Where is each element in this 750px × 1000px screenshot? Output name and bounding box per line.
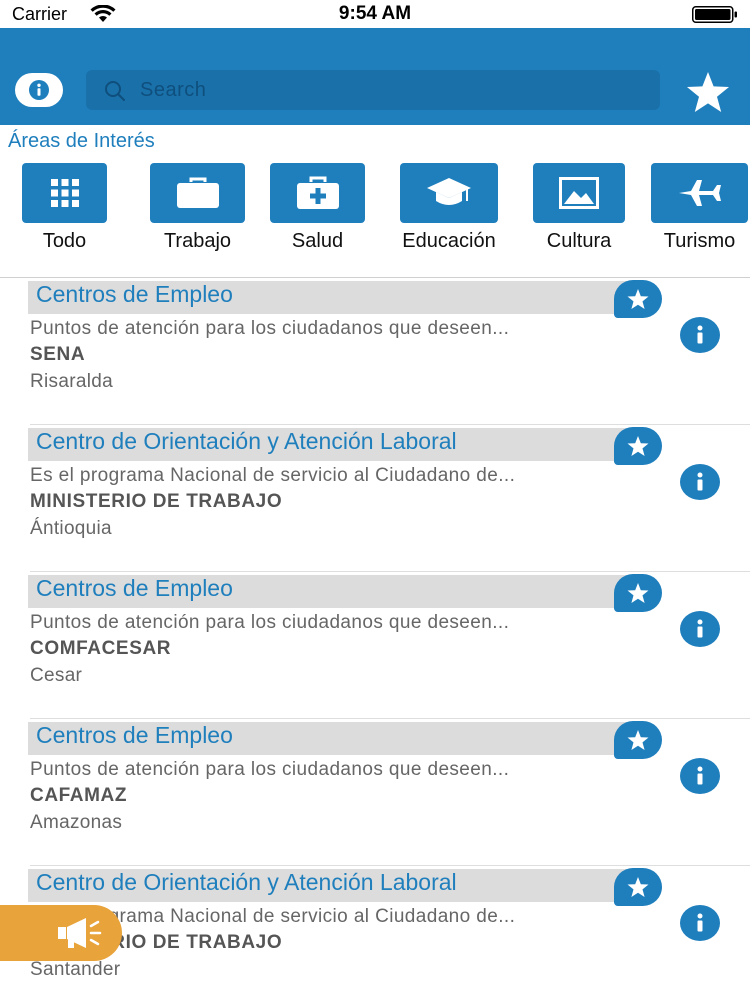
row-description: Puntos de atención para los ciudadanos q…	[30, 612, 510, 633]
star-icon	[687, 72, 729, 112]
row-title: Centros de Empleo	[36, 281, 233, 307]
row-organization: MINISTERIO DE TRABAJO	[30, 491, 283, 512]
battery-icon	[692, 6, 737, 23]
row-description: Puntos de atención para los ciudadanos q…	[30, 759, 510, 780]
category-label: Turismo	[663, 230, 736, 252]
search-icon	[105, 81, 126, 102]
category-label: Salud	[291, 230, 344, 252]
category-cultura[interactable]: Cultura	[533, 160, 625, 260]
row-description: Es el programa Nacional de servicio al C…	[30, 465, 516, 486]
row-region: Santander	[30, 959, 121, 980]
favorite-toggle[interactable]	[614, 574, 662, 612]
info-button[interactable]	[680, 611, 720, 647]
info-button[interactable]	[680, 758, 720, 794]
row-title: Centro de Orientación y Atención Laboral	[36, 869, 457, 895]
favorites-button[interactable]	[684, 70, 732, 114]
search-input[interactable]: Search	[86, 70, 660, 110]
row-region: Risaralda	[30, 371, 113, 392]
grid-icon	[50, 179, 79, 207]
row-title: Centro de Orientación y Atención Laboral	[36, 428, 457, 454]
info-icon	[697, 619, 703, 638]
areas-title: Áreas de Interés	[8, 130, 155, 152]
list-item[interactable]: Centro de Orientación y Atención Laboral…	[0, 425, 750, 572]
info-button[interactable]	[680, 905, 720, 941]
status-bar: Carrier 9:54 AM	[0, 0, 750, 28]
app-header: Search	[0, 28, 750, 125]
row-organization: SENA	[30, 344, 86, 365]
image-icon	[559, 177, 599, 209]
announcements-button[interactable]	[0, 905, 122, 961]
favorite-toggle[interactable]	[614, 868, 662, 906]
category-label: Cultura	[546, 230, 612, 252]
category-trabajo[interactable]: Trabajo	[150, 160, 245, 260]
favorite-toggle[interactable]	[614, 427, 662, 465]
info-icon	[29, 80, 49, 100]
row-title: Centros de Empleo	[36, 575, 233, 601]
row-description: Puntos de atención para los ciudadanos q…	[30, 318, 510, 339]
briefcase-icon	[176, 177, 219, 208]
category-salud[interactable]: Salud	[270, 160, 365, 260]
info-button[interactable]	[680, 317, 720, 353]
category-label: Todo	[42, 230, 87, 252]
row-organization: CAFAMAZ	[30, 785, 128, 806]
list-item[interactable]: Centros de Empleo Puntos de atención par…	[0, 572, 750, 719]
row-title: Centros de Empleo	[36, 722, 233, 748]
search-placeholder: Search	[140, 79, 207, 101]
category-tile	[270, 163, 365, 223]
info-icon	[697, 766, 703, 785]
list-item[interactable]: Centros de Empleo Puntos de atención par…	[0, 719, 750, 866]
category-turismo[interactable]: Turismo	[651, 160, 748, 260]
category-label: Trabajo	[163, 230, 232, 252]
row-description: Es el programa Nacional de servicio al C…	[30, 906, 516, 927]
info-icon	[697, 913, 703, 932]
category-educacion[interactable]: Educación	[400, 160, 498, 260]
graduation-cap-icon	[427, 178, 471, 205]
star-icon	[627, 289, 649, 309]
results-list[interactable]: Centros de Empleo Puntos de atención par…	[0, 278, 750, 1000]
megaphone-icon	[58, 918, 102, 948]
category-bar: Todo Trabajo Salud Educación Cultura Tur…	[0, 160, 750, 278]
info-button[interactable]	[15, 73, 63, 107]
row-organization: COMFACESAR	[30, 638, 172, 659]
info-icon	[697, 325, 703, 344]
category-tile	[22, 163, 107, 223]
star-icon	[627, 436, 649, 456]
row-region: Amazonas	[30, 812, 123, 833]
info-button[interactable]	[680, 464, 720, 500]
favorite-toggle[interactable]	[614, 721, 662, 759]
list-item[interactable]: Centros de Empleo Puntos de atención par…	[0, 278, 750, 425]
airplane-icon	[678, 180, 721, 206]
row-region: Ántioquia	[30, 518, 112, 539]
status-time: 9:54 AM	[338, 3, 412, 24]
category-tile	[533, 163, 625, 223]
info-icon	[697, 472, 703, 491]
category-tile	[651, 163, 748, 223]
category-todo[interactable]: Todo	[22, 160, 107, 260]
category-tile	[150, 163, 245, 223]
row-region: Cesar	[30, 665, 83, 686]
star-icon	[627, 730, 649, 750]
medical-kit-icon	[296, 176, 339, 209]
star-icon	[627, 877, 649, 897]
category-tile	[400, 163, 498, 223]
category-label: Educación	[402, 230, 496, 252]
star-icon	[627, 583, 649, 603]
favorite-toggle[interactable]	[614, 280, 662, 318]
